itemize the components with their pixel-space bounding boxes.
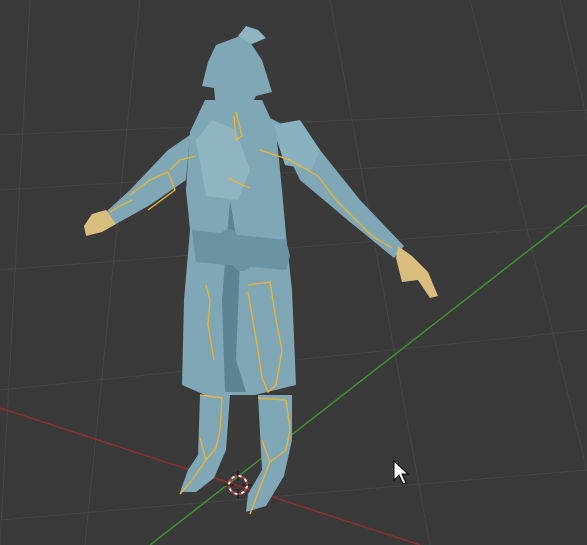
viewport-canvas[interactable] <box>0 0 587 545</box>
viewport-background <box>0 0 587 545</box>
3d-viewport[interactable] <box>0 0 587 545</box>
